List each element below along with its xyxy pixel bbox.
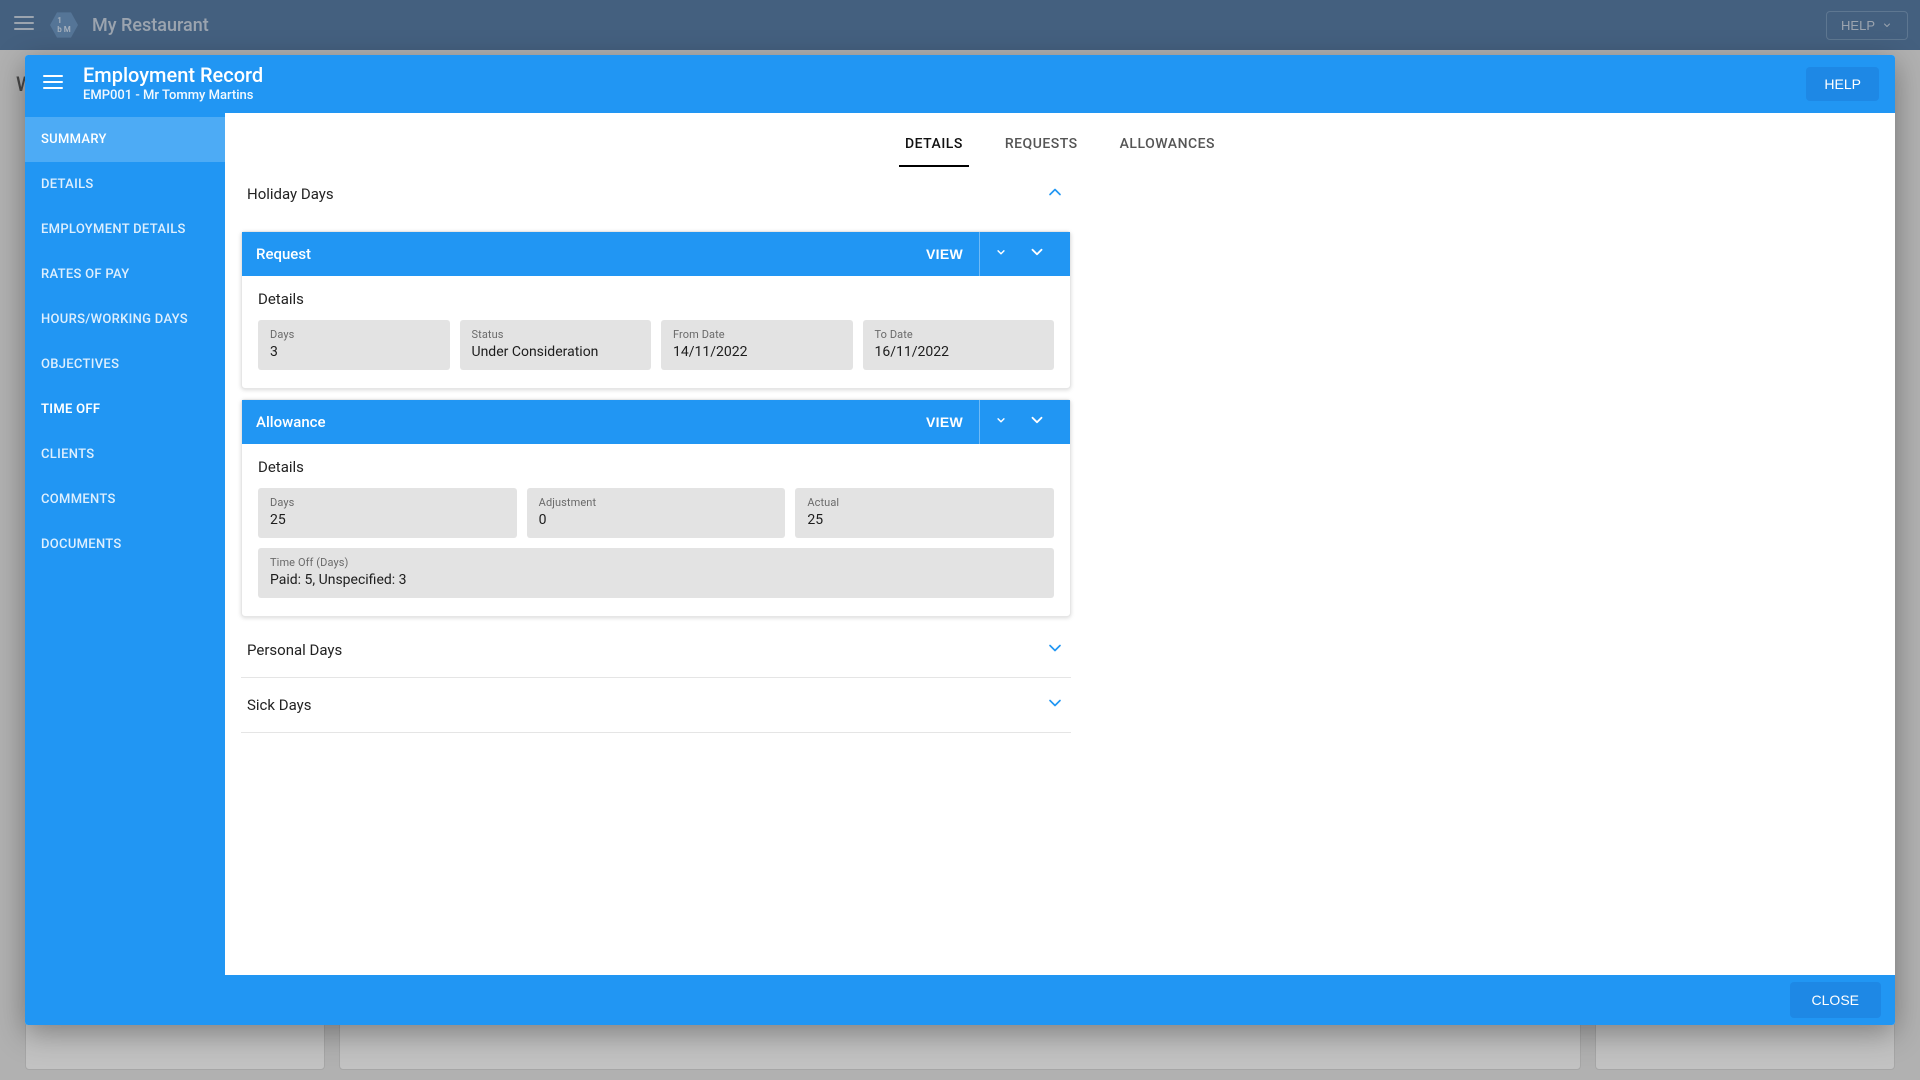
field-value: Under Consideration	[472, 344, 640, 360]
dialog-title: Employment Record	[83, 63, 1788, 88]
sidebar-item-time-off[interactable]: TIME OFF	[25, 387, 225, 432]
section-title: Personal Days	[247, 641, 342, 659]
tab-details[interactable]: DETAILS	[899, 123, 969, 167]
sidebar-item-hours-working-days[interactable]: HOURS/WORKING DAYS	[25, 297, 225, 342]
sidebar-item-label: HOURS/WORKING DAYS	[41, 312, 188, 327]
request-card: Request VIEW Details	[241, 231, 1071, 389]
chevron-down-small-icon[interactable]	[984, 245, 1018, 263]
field-days: Days 3	[258, 320, 450, 370]
field-label: Actual	[807, 496, 1042, 509]
field-allowance-days: Days 25	[258, 488, 517, 538]
sidebar-item-label: DOCUMENTS	[41, 537, 122, 552]
chevron-down-small-icon[interactable]	[984, 413, 1018, 431]
field-label: To Date	[875, 328, 1043, 341]
sidebar-item-details[interactable]: DETAILS	[25, 162, 225, 207]
sidebar-item-label: EMPLOYMENT DETAILS	[41, 222, 186, 237]
sidebar-item-documents[interactable]: DOCUMENTS	[25, 522, 225, 567]
field-value: Paid: 5, Unspecified: 3	[270, 572, 1042, 588]
dialog-content: DETAILS REQUESTS ALLOWANCES Holiday Days…	[225, 113, 1895, 975]
field-value: 3	[270, 344, 438, 360]
sidebar-item-objectives[interactable]: OBJECTIVES	[25, 342, 225, 387]
sidebar-item-label: TIME OFF	[41, 402, 100, 417]
field-value: 25	[807, 512, 1042, 528]
field-value: 0	[539, 512, 774, 528]
sidebar-item-comments[interactable]: COMMENTS	[25, 477, 225, 522]
details-heading: Details	[258, 290, 1054, 308]
section-title: Sick Days	[247, 696, 311, 714]
sidebar-item-employment-details[interactable]: EMPLOYMENT DETAILS	[25, 207, 225, 252]
card-title: Request	[256, 245, 311, 263]
section-personal-days[interactable]: Personal Days	[241, 623, 1071, 678]
field-status: Status Under Consideration	[460, 320, 652, 370]
allowance-view-button[interactable]: VIEW	[914, 408, 975, 436]
sidebar-item-label: SUMMARY	[41, 132, 107, 147]
sidebar-item-label: OBJECTIVES	[41, 357, 119, 372]
field-value: 14/11/2022	[673, 344, 841, 360]
field-time-off-days: Time Off (Days) Paid: 5, Unspecified: 3	[258, 548, 1054, 598]
chevron-up-icon	[1045, 182, 1065, 206]
request-view-button[interactable]: VIEW	[914, 240, 975, 268]
dialog-header: Employment Record EMP001 - Mr Tommy Mart…	[25, 55, 1895, 113]
tab-requests[interactable]: REQUESTS	[999, 123, 1084, 167]
dialog-sidebar: SUMMARY DETAILS EMPLOYMENT DETAILS RATES…	[25, 113, 225, 975]
tab-label: DETAILS	[905, 136, 963, 152]
sidebar-item-summary[interactable]: SUMMARY	[25, 117, 225, 162]
chevron-down-icon	[1045, 638, 1065, 662]
sidebar-item-label: RATES OF PAY	[41, 267, 129, 282]
tab-label: REQUESTS	[1005, 136, 1078, 152]
dialog-help-button[interactable]: HELP	[1806, 67, 1879, 101]
field-from-date: From Date 14/11/2022	[661, 320, 853, 370]
content-tabs: DETAILS REQUESTS ALLOWANCES	[225, 113, 1895, 167]
dialog-hamburger-icon[interactable]	[41, 70, 65, 98]
card-title: Allowance	[256, 413, 326, 431]
sidebar-item-label: DETAILS	[41, 177, 94, 192]
chevron-down-icon	[1045, 693, 1065, 717]
divider	[979, 400, 980, 444]
details-heading: Details	[258, 458, 1054, 476]
employment-record-dialog: Employment Record EMP001 - Mr Tommy Mart…	[25, 55, 1895, 1025]
field-to-date: To Date 16/11/2022	[863, 320, 1055, 370]
tab-allowances[interactable]: ALLOWANCES	[1114, 123, 1221, 167]
close-button[interactable]: CLOSE	[1790, 982, 1881, 1018]
field-adjustment: Adjustment 0	[527, 488, 786, 538]
field-label: Days	[270, 328, 438, 341]
dialog-footer: CLOSE	[25, 975, 1895, 1025]
section-holiday-days[interactable]: Holiday Days	[241, 167, 1071, 221]
field-value: 25	[270, 512, 505, 528]
request-card-bar: Request VIEW	[242, 232, 1070, 276]
chevron-down-icon[interactable]	[1018, 411, 1056, 433]
tab-label: ALLOWANCES	[1120, 136, 1215, 152]
sidebar-item-label: CLIENTS	[41, 447, 94, 462]
dialog-subtitle: EMP001 - Mr Tommy Martins	[83, 88, 1788, 104]
field-label: From Date	[673, 328, 841, 341]
sidebar-item-rates-of-pay[interactable]: RATES OF PAY	[25, 252, 225, 297]
allowance-card: Allowance VIEW Details	[241, 399, 1071, 617]
allowance-card-bar: Allowance VIEW	[242, 400, 1070, 444]
section-title: Holiday Days	[247, 185, 334, 203]
field-label: Adjustment	[539, 496, 774, 509]
field-actual: Actual 25	[795, 488, 1054, 538]
divider	[979, 232, 980, 276]
sidebar-item-clients[interactable]: CLIENTS	[25, 432, 225, 477]
sidebar-item-label: COMMENTS	[41, 492, 116, 507]
field-value: 16/11/2022	[875, 344, 1043, 360]
section-sick-days[interactable]: Sick Days	[241, 678, 1071, 733]
field-label: Status	[472, 328, 640, 341]
chevron-down-icon[interactable]	[1018, 243, 1056, 265]
field-label: Days	[270, 496, 505, 509]
field-label: Time Off (Days)	[270, 556, 1042, 569]
